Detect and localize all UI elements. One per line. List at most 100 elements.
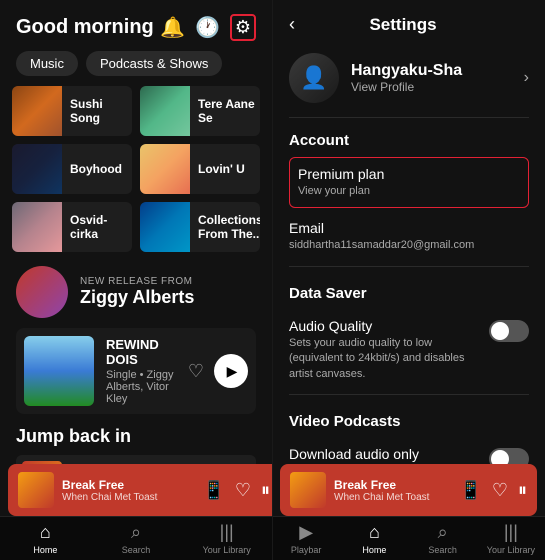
now-playing-info: Break Free When Chai Met Toast xyxy=(62,478,194,503)
bell-icon[interactable]: 🔔 xyxy=(160,15,185,40)
now-playing-bar[interactable]: Break Free When Chai Met Toast 📱 ♡ ⏸ xyxy=(8,464,272,516)
jump-title: Jump back in xyxy=(16,426,256,447)
history-icon[interactable]: 🕐 xyxy=(195,15,220,40)
cast-icon[interactable]: 📱 xyxy=(202,480,224,501)
grid-card-img-tere xyxy=(140,86,190,136)
pause-icon[interactable]: ⏸ xyxy=(261,480,270,501)
settings-icon[interactable]: ⚙ xyxy=(230,14,256,41)
grid-card-label-sushi: Sushi Song xyxy=(70,97,132,126)
grid-card-sushi[interactable]: Sushi Song xyxy=(12,86,132,136)
grid-card-img-lovin xyxy=(140,144,190,194)
nav-search-label: Search xyxy=(122,545,151,555)
right-now-playing-actions: 📱 ♡ ⏸ xyxy=(459,480,527,501)
right-heart-icon[interactable]: ♡ xyxy=(492,480,508,501)
filter-row: Music Podcasts & Shows xyxy=(0,51,272,86)
play-button[interactable]: ▶ xyxy=(214,354,248,388)
nav-library-label: Your Library xyxy=(203,545,251,555)
left-panel: Good morning 🔔 🕐 ⚙ Music Podcasts & Show… xyxy=(0,0,272,560)
email-value: siddhartha11samaddar20@gmail.com xyxy=(289,238,469,253)
new-release-info: NEW RELEASE FROM Ziggy Alberts xyxy=(80,276,194,308)
new-release-artist: Ziggy Alberts xyxy=(80,287,194,308)
account-section-title: Account xyxy=(289,118,529,157)
grid-card-img-sushi xyxy=(12,86,62,136)
right-now-playing-track: Break Free xyxy=(334,478,451,492)
grid-card-boyhood[interactable]: Boyhood xyxy=(12,144,132,194)
email-title: Email xyxy=(289,220,529,236)
nav-library-right[interactable]: ||| Your Library xyxy=(477,517,545,560)
rewind-actions: ♡ ▶ xyxy=(188,354,248,388)
toggle-knob xyxy=(491,322,509,340)
back-button[interactable]: ‹ xyxy=(289,14,295,35)
home-icon: ⌂ xyxy=(40,522,51,543)
rewind-subtitle: Single • Ziggy Alberts, Vitor Kley xyxy=(106,369,176,405)
audio-quality-text: Audio Quality Sets your audio quality to… xyxy=(289,318,469,382)
bottom-nav-left: ⌂ Home ⌕ Search ||| Your Library xyxy=(0,516,272,560)
rewind-album-art xyxy=(24,336,94,406)
new-release-section: NEW RELEASE FROM Ziggy Alberts xyxy=(0,260,272,324)
right-pause-icon[interactable]: ⏸ xyxy=(518,480,527,501)
filter-music[interactable]: Music xyxy=(16,51,78,76)
greeting-title: Good morning xyxy=(16,16,154,39)
rewind-info: REWIND DOIS Single • Ziggy Alberts, Vito… xyxy=(106,337,176,405)
grid-card-collections[interactable]: Collections From The... xyxy=(140,202,260,252)
playbar-icon: ▶ xyxy=(299,522,313,543)
settings-title: Settings xyxy=(305,15,501,35)
nav-search-right[interactable]: ⌕ Search xyxy=(409,517,477,560)
audio-quality-toggle[interactable] xyxy=(489,320,529,342)
grid-card-label-boyhood: Boyhood xyxy=(70,162,122,176)
settings-header: ‹ Settings xyxy=(273,0,545,45)
profile-section[interactable]: 👤 Hangyaku-Sha View Profile › xyxy=(289,45,529,118)
grid-card-img-boyhood xyxy=(12,144,62,194)
premium-plan-item[interactable]: Premium plan View your plan xyxy=(289,157,529,208)
search-icon-right: ⌕ xyxy=(438,522,448,543)
profile-link: View Profile xyxy=(351,80,512,94)
grid-card-tere[interactable]: Tere Aane Se xyxy=(140,86,260,136)
now-playing-track: Break Free xyxy=(62,478,194,492)
filter-podcasts[interactable]: Podcasts & Shows xyxy=(86,51,222,76)
right-now-playing-info: Break Free When Chai Met Toast xyxy=(334,478,451,503)
nav-home-label: Home xyxy=(33,545,57,555)
right-now-playing-art xyxy=(290,472,326,508)
video-podcasts-title: Video Podcasts xyxy=(289,399,529,438)
grid-card-label-tere: Tere Aane Se xyxy=(198,97,260,126)
home-icon-right: ⌂ xyxy=(369,522,380,543)
nav-library-label-right: Your Library xyxy=(487,545,535,555)
nav-search[interactable]: ⌕ Search xyxy=(91,517,182,560)
grid-card-osvid[interactable]: Osvid-cirka xyxy=(12,202,132,252)
now-playing-actions: 📱 ♡ ⏸ xyxy=(202,480,270,501)
grid-card-lovin[interactable]: Lovin' U xyxy=(140,144,260,194)
heart-icon[interactable]: ♡ xyxy=(235,480,251,501)
nav-playbar-label: Playbar xyxy=(291,545,322,555)
right-cast-icon[interactable]: 📱 xyxy=(459,480,481,501)
right-now-playing-bar[interactable]: Break Free When Chai Met Toast 📱 ♡ ⏸ xyxy=(280,464,537,516)
nav-home-label-right: Home xyxy=(362,545,386,555)
bottom-nav-right: ▶ Playbar ⌂ Home ⌕ Search ||| Your Libra… xyxy=(272,516,545,560)
nav-home[interactable]: ⌂ Home xyxy=(0,517,91,560)
profile-info: Hangyaku-Sha View Profile xyxy=(351,62,512,94)
now-playing-art xyxy=(18,472,54,508)
profile-name: Hangyaku-Sha xyxy=(351,62,512,80)
nav-search-label-right: Search xyxy=(428,545,457,555)
new-release-label: NEW RELEASE FROM xyxy=(80,276,194,287)
grid-card-img-osvid xyxy=(12,202,62,252)
nav-home-right[interactable]: ⌂ Home xyxy=(340,517,408,560)
nav-library[interactable]: ||| Your Library xyxy=(181,517,272,560)
data-saver-title: Data Saver xyxy=(289,271,529,310)
right-now-playing-artist: When Chai Met Toast xyxy=(334,492,451,503)
audio-quality-title: Audio Quality xyxy=(289,318,469,334)
email-item: Email siddhartha11samaddar20@gmail.com xyxy=(289,212,529,261)
like-icon[interactable]: ♡ xyxy=(188,361,204,382)
divider-1 xyxy=(289,266,529,267)
grid-card-img-collections xyxy=(140,202,190,252)
quick-access-grid: Sushi Song Tere Aane Se Boyhood Lovin' U… xyxy=(0,86,272,252)
header-icons: 🔔 🕐 ⚙ xyxy=(160,14,256,41)
grid-card-label-osvid: Osvid-cirka xyxy=(70,213,132,242)
profile-avatar: 👤 xyxy=(289,53,339,103)
premium-plan-title: Premium plan xyxy=(298,166,520,182)
audio-quality-item: Audio Quality Sets your audio quality to… xyxy=(289,310,529,390)
audio-quality-row: Audio Quality Sets your audio quality to… xyxy=(289,318,529,382)
nav-playbar[interactable]: ▶ Playbar xyxy=(272,517,340,560)
grid-card-label-collections: Collections From The... xyxy=(198,213,260,242)
audio-quality-subtitle: Sets your audio quality to low (equivale… xyxy=(289,336,469,382)
rewind-section[interactable]: REWIND DOIS Single • Ziggy Alberts, Vito… xyxy=(16,328,256,414)
